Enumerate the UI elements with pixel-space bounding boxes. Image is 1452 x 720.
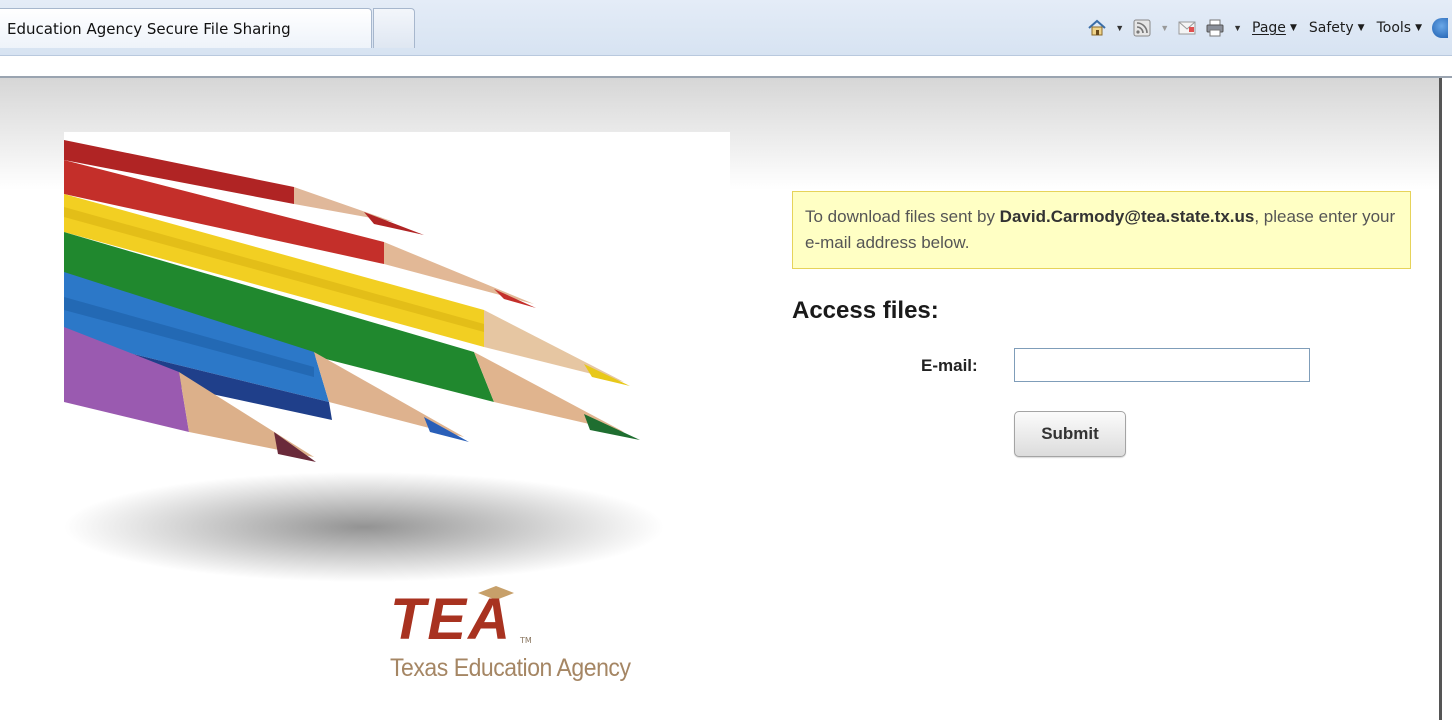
chevron-down-icon: ▼ <box>1357 23 1365 33</box>
tea-logo: TEA TM Texas Education Agency <box>390 586 690 690</box>
command-bar: ▼ ▼ ▼ Page ▼ Safety ▼ Tools ▼ <box>1087 12 1452 44</box>
print-dropdown-icon[interactable]: ▼ <box>1233 23 1242 33</box>
toolbar-separator <box>0 56 1452 78</box>
help-icon[interactable] <box>1432 18 1448 38</box>
tools-menu[interactable]: Tools ▼ <box>1375 20 1424 36</box>
tab-title: Education Agency Secure File Sharing <box>7 20 291 38</box>
chevron-down-icon: ▼ <box>1289 23 1297 33</box>
tab-active[interactable]: Education Agency Secure File Sharing <box>0 8 372 48</box>
page-menu[interactable]: Page ▼ <box>1250 20 1299 36</box>
safety-menu[interactable]: Safety ▼ <box>1307 20 1367 36</box>
download-notice: To download files sent by David.Carmody@… <box>792 191 1411 269</box>
submit-button[interactable]: Submit <box>1014 411 1126 457</box>
email-field[interactable] <box>1014 348 1310 382</box>
feeds-icon[interactable] <box>1132 18 1152 38</box>
logo-agency-name: Texas Education Agency <box>390 654 631 682</box>
home-icon[interactable] <box>1087 18 1107 38</box>
home-dropdown-icon[interactable]: ▼ <box>1115 23 1124 33</box>
browser-toolbar: Education Agency Secure File Sharing ▼ ▼ <box>0 0 1452 56</box>
feeds-dropdown-icon[interactable]: ▼ <box>1160 23 1169 33</box>
new-tab-button[interactable] <box>373 8 415 48</box>
email-label: E-mail: <box>921 356 978 375</box>
pencils-image <box>64 132 730 638</box>
access-files-heading: Access files: <box>792 297 939 324</box>
read-mail-icon[interactable] <box>1177 18 1197 38</box>
logo-letters: TEA <box>390 587 512 652</box>
notice-prefix: To download files sent by <box>805 207 1000 226</box>
print-icon[interactable] <box>1205 18 1225 38</box>
notice-sender: David.Carmody@tea.state.tx.us <box>999 207 1255 226</box>
logo-trademark: TM <box>520 636 532 645</box>
chevron-down-icon: ▼ <box>1415 23 1422 33</box>
